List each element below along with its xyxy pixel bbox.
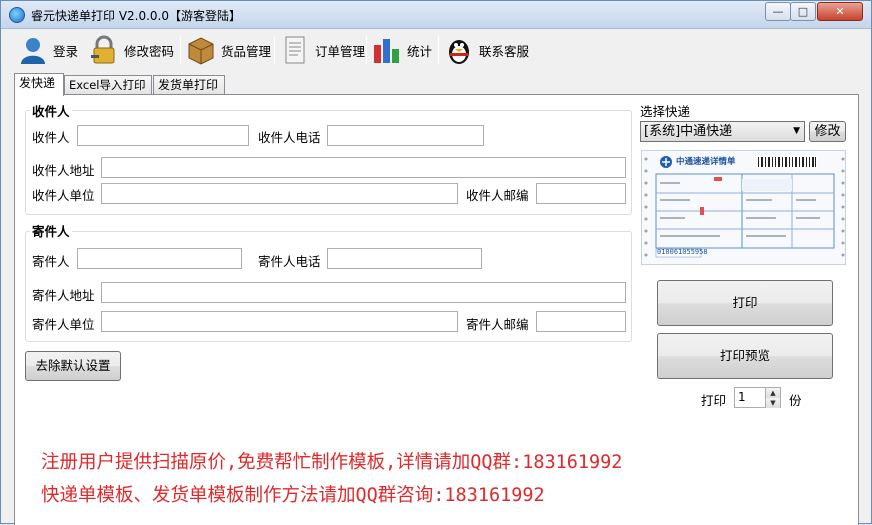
select-express-label: 选择快递 [640,104,691,119]
toolbar-goods-label: 货品管理 [221,43,272,59]
copies-stepper[interactable]: 1 ▲ ▼ [734,387,781,408]
lock-icon [89,35,119,65]
print-preview-button[interactable]: 打印预览 [657,333,833,379]
notice-line-2: 快递单模板、发货单模板制作方法请加QQ群咨询:183161992 [41,485,545,506]
receiver-address-label: 收件人地址 [32,163,95,178]
express-select-value: [系统]中通快递 [644,124,733,139]
stepper-up-icon[interactable]: ▲ [765,388,780,398]
receiver-name-input[interactable] [77,125,249,146]
app-icon [9,7,25,23]
sender-phone-input[interactable] [327,248,482,269]
copies-value: 1 [738,390,746,404]
receiver-name-label: 收件人 [32,130,70,145]
receiver-phone-input[interactable] [327,125,484,146]
receiver-section-title: 收件人 [30,101,72,120]
receiver-zip-input[interactable] [536,183,626,204]
send-express-panel: 收件人 收件人 收件人电话 收件人地址 收件人单位 收件人邮编 寄件人 寄件人 … [14,94,859,525]
receiver-phone-label: 收件人电话 [258,130,321,145]
express-select[interactable]: [系统]中通快递 ▼ [640,121,805,142]
waybill-preview-image: 中通速递详情单 010061055958 [641,150,846,265]
sender-zip-label: 寄件人邮编 [466,317,529,332]
toolbar: 登录 修改密码 货品管理 订单管理 统计 联系客服 [2,30,870,70]
tab-send-express[interactable]: 发快递 [14,73,64,96]
toolbar-separator [180,36,181,64]
toolbar-login-label: 登录 [53,43,79,59]
sender-section-title: 寄件人 [30,221,72,240]
toolbar-statistics-button[interactable]: 统计 [372,33,432,67]
box-icon [186,35,216,65]
chevron-down-icon: ▼ [793,126,800,136]
clear-defaults-button[interactable]: 去除默认设置 [25,351,121,381]
waybill-brand: 中通速递详情单 [676,157,736,167]
toolbar-login-button[interactable]: 登录 [18,33,78,67]
qq-penguin-icon [444,35,474,65]
tab-excel-import[interactable]: Excel导入打印 [64,75,152,95]
receiver-company-input[interactable] [101,183,458,204]
minimize-button[interactable]: — [765,2,791,21]
waybill-number: 010061055958 [657,248,708,256]
copies-suffix-label: 份 [789,393,802,408]
tab-invoice-print[interactable]: 发货单打印 [153,75,225,95]
sender-address-input[interactable] [101,282,626,303]
toolbar-support-label: 联系客服 [479,43,530,59]
sender-company-label: 寄件人单位 [32,317,95,332]
stepper-down-icon[interactable]: ▼ [765,398,780,408]
modify-express-button[interactable]: 修改 [809,121,846,142]
sender-name-label: 寄件人 [32,254,70,269]
sender-company-input[interactable] [101,311,458,332]
sender-name-input[interactable] [77,248,242,269]
receiver-company-label: 收件人单位 [32,188,95,203]
toolbar-orders-button[interactable]: 订单管理 [280,33,365,67]
notice-line-1: 注册用户提供扫描原价,免费帮忙制作模板,详情请加QQ群:183161992 [41,452,623,473]
user-icon [18,35,48,65]
toolbar-separator [366,36,367,64]
document-icon [280,35,310,65]
toolbar-goods-button[interactable]: 货品管理 [186,33,271,67]
toolbar-separator [274,36,275,64]
toolbar-statistics-label: 统计 [407,43,433,59]
window-title: 睿元快递单打印 V2.0.0.0【游客登陆】 [31,9,242,23]
toolbar-separator [438,36,439,64]
toolbar-support-button[interactable]: 联系客服 [444,33,529,67]
sender-zip-input[interactable] [536,311,626,332]
toolbar-change-password-label: 修改密码 [124,43,175,59]
sender-phone-label: 寄件人电话 [258,254,321,269]
title-bar: 睿元快递单打印 V2.0.0.0【游客登陆】 — □ ✕ [1,1,871,29]
sender-address-label: 寄件人地址 [32,288,95,303]
print-button[interactable]: 打印 [657,280,833,326]
receiver-zip-label: 收件人邮编 [466,188,529,203]
bar-chart-icon [372,35,402,65]
main-window: 睿元快递单打印 V2.0.0.0【游客登陆】 — □ ✕ 登录 修改密码 货品管… [0,0,872,525]
maximize-button[interactable]: □ [790,2,816,21]
receiver-address-input[interactable] [101,157,626,178]
toolbar-orders-label: 订单管理 [315,43,366,59]
copies-prefix-label: 打印 [701,393,727,408]
toolbar-change-password-button[interactable]: 修改密码 [89,33,174,67]
close-button[interactable]: ✕ [817,2,863,21]
